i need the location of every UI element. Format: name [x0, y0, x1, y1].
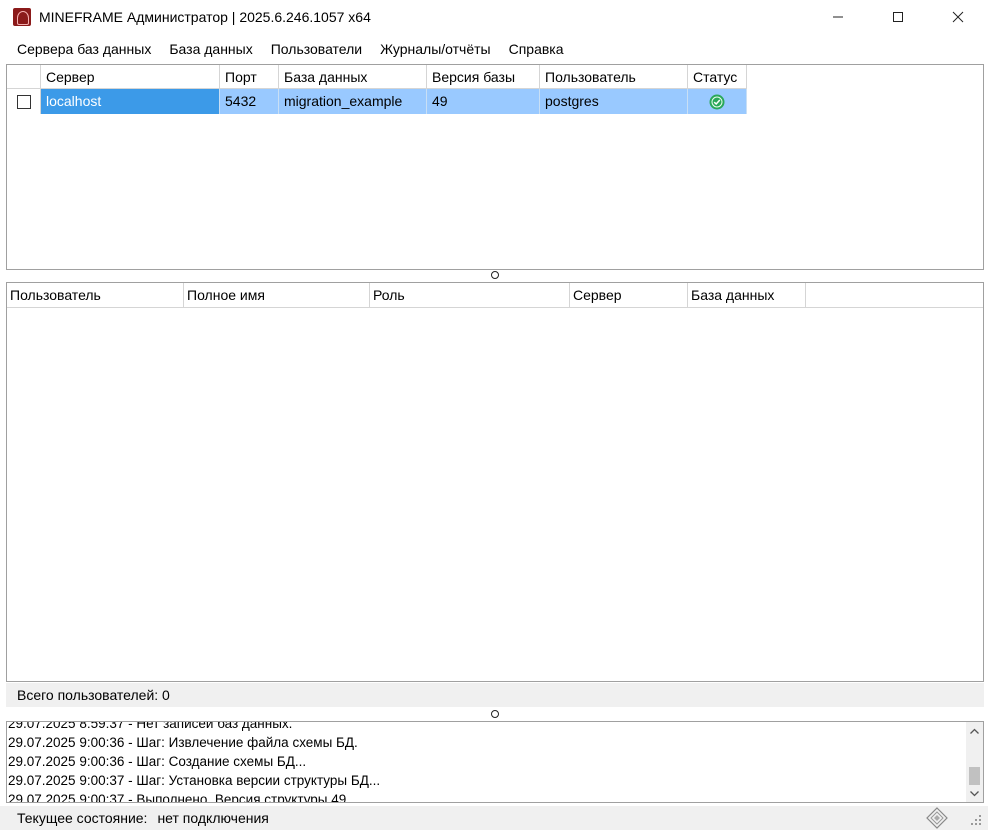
- cell-port[interactable]: 5432: [220, 89, 279, 114]
- cell-database[interactable]: migration_example: [279, 89, 427, 114]
- menu-logs-reports[interactable]: Журналы/отчёты: [371, 38, 499, 60]
- window-title: MINEFRAME Администратор | 2025.6.246.105…: [39, 9, 371, 25]
- log-scrollbar[interactable]: [966, 722, 983, 802]
- log-line: 29.07.2025 8:59:37 - Нет записей баз дан…: [8, 721, 293, 731]
- status-ok-icon: [709, 94, 725, 110]
- status-label: Текущее состояние:: [17, 810, 148, 826]
- column-header-server[interactable]: Сервер: [41, 65, 220, 89]
- column-header-user[interactable]: Пользователь: [540, 65, 688, 89]
- status-bar: Текущее состояние: нет подключения: [0, 806, 988, 830]
- close-icon: [952, 11, 964, 23]
- chevron-up-icon: [970, 728, 979, 734]
- log-panel[interactable]: 29.07.2025 8:59:37 - Нет записей баз дан…: [6, 721, 984, 803]
- window-controls: [808, 0, 988, 34]
- status-value: нет подключения: [157, 810, 269, 826]
- splitter-users-log[interactable]: [6, 709, 984, 719]
- log-line: 29.07.2025 9:00:36 - Шаг: Извлечение фай…: [8, 735, 358, 750]
- log-line: 29.07.2025 9:00:36 - Шаг: Создание схемы…: [8, 754, 307, 769]
- servers-grid[interactable]: Сервер Порт База данных Версия базы Поль…: [6, 64, 984, 270]
- maximize-button[interactable]: [868, 0, 928, 34]
- cell-status[interactable]: [688, 89, 747, 114]
- splitter-servers-users[interactable]: [6, 270, 984, 280]
- column-header-role[interactable]: Роль: [370, 283, 570, 308]
- column-header-database[interactable]: База данных: [279, 65, 427, 89]
- users-total-label: Всего пользователей: 0: [6, 683, 984, 707]
- column-header-port[interactable]: Порт: [220, 65, 279, 89]
- chevron-down-icon: [970, 790, 979, 796]
- menu-db-servers[interactable]: Сервера баз данных: [8, 38, 160, 60]
- column-header-full-name[interactable]: Полное имя: [184, 283, 370, 308]
- scroll-thumb[interactable]: [969, 767, 980, 785]
- row-checkbox[interactable]: [16, 94, 31, 109]
- column-header-user-database[interactable]: База данных: [688, 283, 806, 308]
- cell-server[interactable]: localhost: [41, 89, 220, 114]
- column-header-db-version[interactable]: Версия базы: [427, 65, 540, 89]
- scroll-up-button[interactable]: [966, 722, 983, 739]
- menu-database[interactable]: База данных: [160, 38, 261, 60]
- log-lines: 29.07.2025 8:59:37 - Нет записей баз дан…: [7, 721, 967, 803]
- table-row[interactable]: localhost 5432 migration_example 49 post…: [7, 89, 747, 114]
- menu-help[interactable]: Справка: [500, 38, 573, 60]
- column-header-check[interactable]: [7, 65, 41, 89]
- minimize-button[interactable]: [808, 0, 868, 34]
- diamond-logo-icon: [926, 807, 948, 829]
- scroll-down-button[interactable]: [966, 785, 983, 802]
- column-header-username[interactable]: Пользователь: [7, 283, 184, 308]
- log-line: 29.07.2025 9:00:37 - Выполнено. Версия с…: [8, 792, 347, 803]
- column-header-user-server[interactable]: Сервер: [570, 283, 688, 308]
- cell-db-version[interactable]: 49: [427, 89, 540, 114]
- users-grid[interactable]: Пользователь Полное имя Роль Сервер База…: [6, 282, 984, 682]
- resize-grip-icon[interactable]: [970, 814, 982, 826]
- app-icon: [13, 8, 31, 26]
- column-header-status[interactable]: Статус: [688, 65, 747, 89]
- menu-users[interactable]: Пользователи: [262, 38, 371, 60]
- users-grid-header: Пользователь Полное имя Роль Сервер База…: [7, 283, 983, 308]
- minimize-icon: [833, 16, 843, 18]
- splitter-grip-icon: [491, 710, 499, 718]
- cell-user[interactable]: postgres: [540, 89, 688, 114]
- splitter-grip-icon: [491, 271, 499, 279]
- log-line: 29.07.2025 9:00:37 - Шаг: Установка верс…: [8, 773, 381, 788]
- menu-bar: Сервера баз данных База данных Пользоват…: [0, 38, 573, 60]
- maximize-icon: [893, 12, 903, 22]
- servers-grid-header: Сервер Порт База данных Версия базы Поль…: [7, 65, 747, 89]
- title-bar: MINEFRAME Администратор | 2025.6.246.105…: [0, 0, 988, 34]
- close-button[interactable]: [928, 0, 988, 34]
